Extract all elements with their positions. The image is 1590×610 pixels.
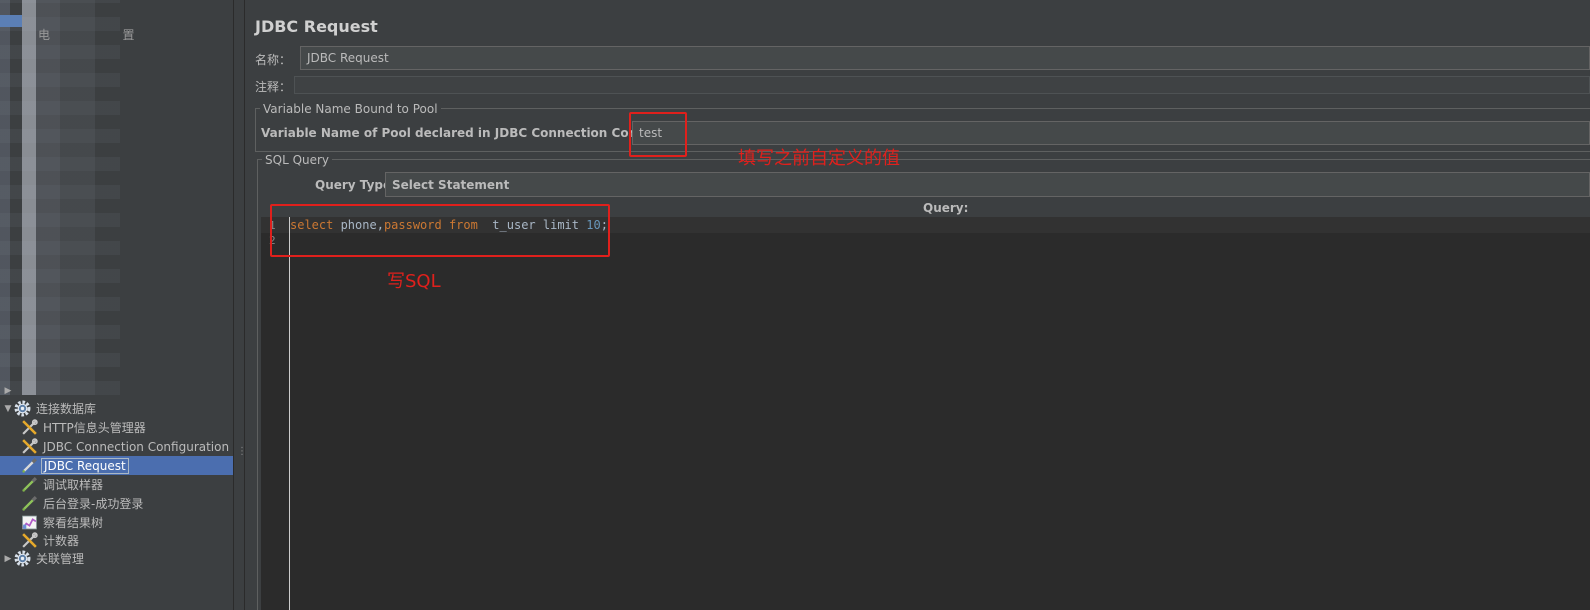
- tree-item-debug-sampler[interactable]: 调试取样器: [0, 475, 233, 494]
- sampler-pipette-icon: [20, 457, 38, 474]
- tree-item-label: 连接数据库: [36, 402, 97, 416]
- tree-item-label: 计数器: [43, 534, 80, 548]
- tree-item-label: 察看结果树: [43, 516, 104, 530]
- sampler-pipette-icon: [20, 476, 38, 493]
- page-title: JDBC Request: [255, 17, 378, 36]
- tree-item-counter[interactable]: 计数器: [0, 531, 233, 550]
- tree-item-label: 关联管理: [36, 552, 85, 566]
- listener-chart-icon: [20, 514, 38, 531]
- query-type-label: Query Type:: [315, 178, 396, 192]
- config-element-icon: [20, 419, 38, 436]
- query-header: Query:: [923, 201, 969, 215]
- comment-field[interactable]: [294, 76, 1590, 94]
- sampler-pipette-icon: [20, 495, 38, 512]
- pool-group-title: Variable Name Bound to Pool: [260, 102, 441, 116]
- tree-item-admin-login[interactable]: 后台登录-成功登录: [0, 494, 233, 513]
- sql-callout-box: [270, 204, 610, 257]
- jdbc-request-panel: JDBC Request 名称： JDBC Request 注释： Variab…: [245, 0, 1590, 610]
- tree-item-thread-group[interactable]: ▼ 连接数据库: [0, 399, 233, 418]
- pool-annotation: 填写之前自定义的值: [738, 148, 900, 169]
- pool-callout-box: [629, 112, 687, 157]
- tree-item-jdbc-request[interactable]: JDBC Request: [0, 456, 233, 475]
- tree-item-view-results-tree[interactable]: 察看结果树: [0, 513, 233, 532]
- gutter-divider: [289, 217, 290, 610]
- tree-item-label: JDBC Request: [41, 457, 129, 474]
- sql-group-title: SQL Query: [262, 153, 333, 167]
- blurred-highlight: [0, 15, 22, 27]
- name-field[interactable]: JDBC Request: [300, 46, 1590, 70]
- expand-arrow-icon[interactable]: ▶: [3, 554, 13, 564]
- blurred-text: 电 置: [38, 28, 135, 42]
- expand-arrow-icon[interactable]: ▶: [3, 386, 13, 396]
- tree-item-label: HTTP信息头管理器: [43, 421, 146, 435]
- config-element-icon: [20, 532, 38, 549]
- tree-item-label: 调试取样器: [43, 478, 104, 492]
- query-type-select[interactable]: Select Statement: [385, 172, 1590, 197]
- blurred-region: [0, 0, 120, 395]
- comment-label: 注释：: [255, 80, 292, 94]
- pool-variable-input[interactable]: test: [632, 121, 1590, 145]
- collapse-arrow-icon[interactable]: ▼: [3, 404, 13, 414]
- gear-icon: [13, 400, 31, 417]
- name-label: 名称：: [255, 53, 292, 67]
- panel-splitter[interactable]: ⋮: [233, 0, 247, 610]
- tree-item-correlation[interactable]: ▶ 关联管理: [0, 549, 233, 568]
- tree-item-http-header-manager[interactable]: HTTP信息头管理器: [0, 418, 233, 437]
- gear-icon: [13, 550, 31, 567]
- sql-annotation: 写SQL: [387, 271, 441, 292]
- jmeter-window: 电 置 ▶ ▼ 连接数据库 HTTP信息头管理器 JDBC Connection…: [0, 0, 1590, 610]
- tree-item-jdbc-connection-configuration[interactable]: JDBC Connection Configuration: [0, 437, 233, 456]
- tree-item-label: JDBC Connection Configuration: [43, 439, 230, 454]
- test-plan-tree: 电 置 ▶ ▼ 连接数据库 HTTP信息头管理器 JDBC Connection…: [0, 0, 233, 610]
- tree-item-label: 后台登录-成功登录: [43, 497, 144, 511]
- config-element-icon: [20, 438, 38, 455]
- sql-editor[interactable]: 1 2 select phone,password from t_user li…: [261, 217, 1590, 610]
- tree-collapsed-node[interactable]: ▶: [0, 381, 233, 400]
